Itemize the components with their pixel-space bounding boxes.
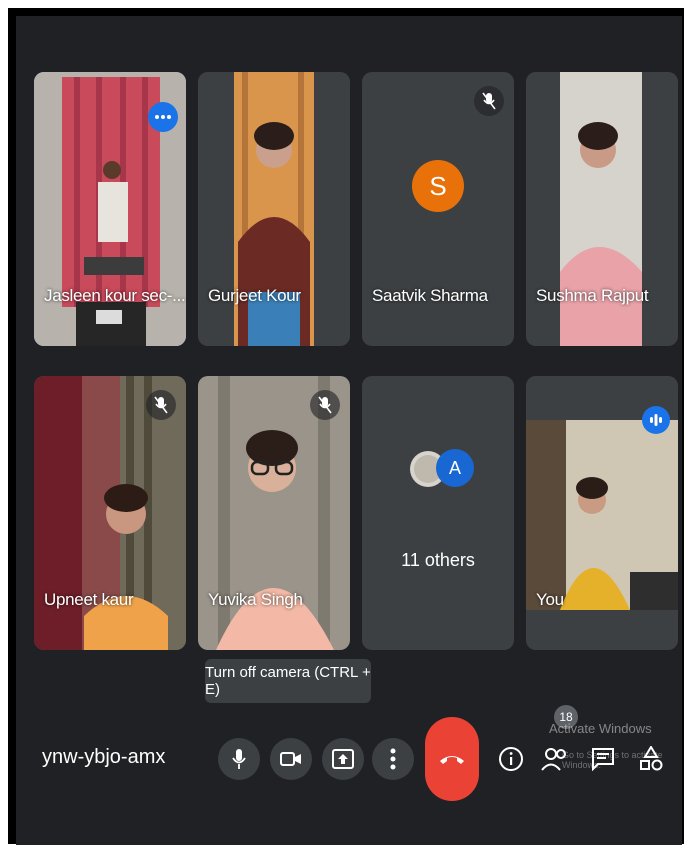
camera-tooltip: Turn off camera (CTRL + E) [205,659,371,703]
mic-off-icon [474,86,504,116]
participant-name: Upneet kaur [44,590,134,609]
participant-name: Gurjeet Kour [208,286,301,305]
participant-tile-sushma[interactable]: Sushma Rajput [526,72,678,346]
activate-windows-subtext: Go to Settings to activate Windows. [562,750,663,770]
participant-tile-jasleen[interactable]: Jasleen kour sec-... [34,72,186,346]
participant-tile-you[interactable]: You [526,376,678,650]
more-vert-icon [390,748,396,770]
participant-name: Sushma Rajput [536,286,649,305]
participant-tile-upneet[interactable]: Upneet kaur [34,376,186,650]
participant-name: Jasleen kour sec-... [44,286,186,305]
call-end-icon [440,756,464,764]
info-icon [499,747,523,771]
meeting-details-button[interactable] [496,744,526,774]
avatar: S [412,160,464,212]
microphone-icon [232,749,246,769]
camera-button[interactable] [270,738,312,780]
activate-windows-watermark: Activate Windows [549,721,652,736]
present-screen-button[interactable] [322,738,364,780]
present-screen-icon [332,749,354,769]
camera-icon [280,752,301,766]
mic-off-icon [146,390,176,420]
participant-tile-gurjeet[interactable]: Gurjeet Kour [198,72,350,346]
more-options-button[interactable] [372,738,414,780]
meeting-code: ynw-ybjo-amx [42,746,166,768]
participant-name: Yuvika Singh [208,590,303,609]
participant-name: You [536,590,564,609]
participant-tile-saatvik[interactable]: S Saatvik Sharma [362,72,514,346]
audio-indicator-icon [642,406,670,434]
microphone-button[interactable] [218,738,260,780]
others-count: 11 others [401,550,475,570]
participant-name: Saatvik Sharma [372,286,488,305]
more-options-icon[interactable] [148,102,178,132]
leave-call-button[interactable] [425,717,479,801]
participant-tile-yuvika[interactable]: Yuvika Singh [198,376,350,650]
participant-tile-others[interactable]: A 11 others [362,376,514,650]
mic-off-icon [310,390,340,420]
avatar: A [436,449,474,487]
